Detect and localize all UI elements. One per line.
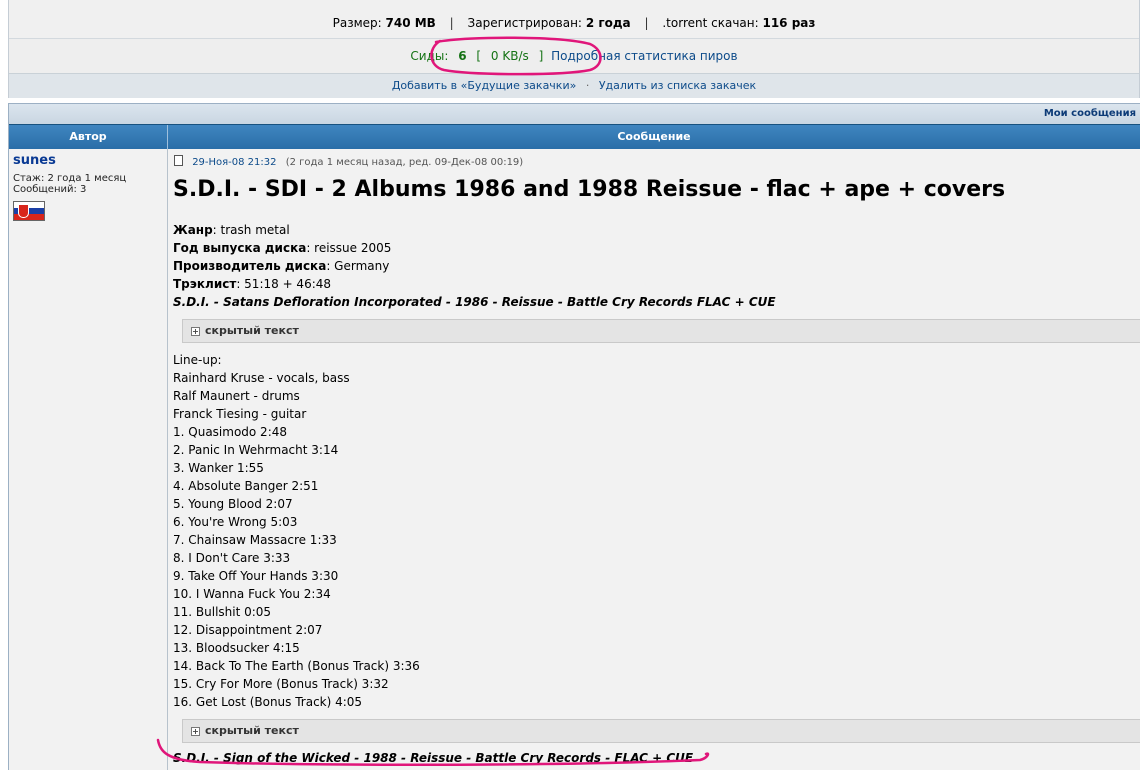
seeds-value: 6 bbox=[458, 49, 467, 63]
dot-separator: · bbox=[585, 79, 590, 92]
field-row: Производитель диска: Germany bbox=[173, 257, 1140, 275]
author-post-count: Сообщений: 3 bbox=[13, 184, 87, 195]
lineup-line: Franck Tiesing - guitar bbox=[173, 407, 307, 421]
track-item: 5. Young Blood 2:07 bbox=[173, 497, 293, 511]
field-row: Год выпуска диска: reissue 2005 bbox=[173, 239, 1140, 257]
posts-table: Мои сообщения Автор Сообщение sunes Стаж… bbox=[8, 103, 1140, 770]
author-column-header: Автор bbox=[9, 125, 168, 149]
separator: | bbox=[644, 16, 649, 30]
size-label: Размер: bbox=[332, 16, 382, 30]
spoiler-toggle[interactable]: + скрытый текст bbox=[182, 319, 1140, 343]
my-messages-link[interactable]: Мои сообщения bbox=[1044, 108, 1136, 119]
remove-download-link[interactable]: Удалить из списка закачек bbox=[599, 79, 756, 92]
expand-plus-icon: + bbox=[191, 327, 200, 336]
message-column-header: Сообщение bbox=[617, 130, 691, 143]
album-2-title: S.D.I. - Sign of the Wicked - 1988 - Rei… bbox=[173, 751, 694, 765]
author-tenure: Стаж: 2 года 1 месяц bbox=[13, 173, 127, 184]
post-body: Жанр: trash metal Год выпуска диска: rei… bbox=[173, 221, 1140, 767]
downloaded-value: 116 раз bbox=[762, 16, 816, 30]
author-panel: sunes Стаж: 2 года 1 месяц Сообщений: 3 bbox=[9, 149, 168, 770]
add-future-downloads-link[interactable]: Добавить в «Будущие закачки» bbox=[392, 79, 577, 92]
lineup-line: Rainhard Kruse - vocals, bass bbox=[173, 371, 350, 385]
registered-label: Зарегистрирован: bbox=[467, 16, 582, 30]
my-messages-bar: Мои сообщения bbox=[9, 104, 1140, 124]
post-title: S.D.I. - SDI - 2 Albums 1986 and 1988 Re… bbox=[173, 177, 1006, 202]
track-item: 3. Wanker 1:55 bbox=[173, 461, 264, 475]
field-label: Производитель диска bbox=[173, 259, 327, 273]
expand-plus-icon: + bbox=[191, 727, 200, 736]
field-value: : 51:18 + 46:48 bbox=[236, 277, 332, 291]
author-name[interactable]: sunes bbox=[13, 153, 56, 168]
track-item: 13. Bloodsucker 4:15 bbox=[173, 641, 300, 655]
field-value: : trash metal bbox=[212, 223, 290, 237]
track-item: 6. You're Wrong 5:03 bbox=[173, 515, 298, 529]
field-label: Трэклист bbox=[173, 277, 237, 291]
post-edit-info: (2 года 1 месяц назад, ред. 09-Дек-08 00… bbox=[285, 157, 524, 168]
lineup-line: Line-up: bbox=[173, 353, 222, 367]
album-1-title: S.D.I. - Satans Defloration Incorporated… bbox=[173, 295, 776, 309]
seed-speed: 0 KB/s bbox=[490, 49, 529, 63]
lineup-line: Ralf Maunert - drums bbox=[173, 389, 300, 403]
track-item: 4. Absolute Banger 2:51 bbox=[173, 479, 319, 493]
spoiler-label: скрытый текст bbox=[205, 724, 299, 737]
track-item: 12. Disappointment 2:07 bbox=[173, 623, 323, 637]
author-stats: Стаж: 2 года 1 месяц Сообщений: 3 bbox=[13, 173, 126, 195]
speed-bracket-close: ] bbox=[538, 49, 544, 63]
field-row: Жанр: trash metal bbox=[173, 221, 1140, 239]
track-item: 2. Panic In Wehrmacht 3:14 bbox=[173, 443, 339, 457]
downloaded-label: .torrent скачан: bbox=[662, 16, 759, 30]
track-item: 8. I Don't Care 3:33 bbox=[173, 551, 291, 565]
field-label: Год выпуска диска bbox=[173, 241, 307, 255]
message-panel: 29-Ноя-08 21:32 (2 года 1 месяц назад, р… bbox=[168, 149, 1140, 770]
field-label: Жанр bbox=[173, 223, 213, 237]
seeds-row: Сиды: 6 [ 0 KB/s ] Подробная статистика … bbox=[9, 39, 1139, 74]
separator: | bbox=[449, 16, 454, 30]
registered-value: 2 года bbox=[585, 16, 631, 30]
track-item: 10. I Wanna Fuck You 2:34 bbox=[173, 587, 331, 601]
download-actions-row: Добавить в «Будущие закачки» · Удалить и… bbox=[9, 74, 1139, 98]
field-row: Трэклист: 51:18 + 46:48 bbox=[173, 275, 1140, 293]
post-meta: 29-Ноя-08 21:32 (2 года 1 месяц назад, р… bbox=[174, 155, 523, 168]
torrent-stats-row: Размер: 740 MB | Зарегистрирован: 2 года… bbox=[9, 8, 1139, 39]
track-item: 11. Bullshit 0:05 bbox=[173, 605, 272, 619]
track-item: 16. Get Lost (Bonus Track) 4:05 bbox=[173, 695, 363, 709]
size-value: 740 MB bbox=[385, 16, 436, 30]
spoiler-toggle[interactable]: + скрытый текст bbox=[182, 719, 1140, 743]
seeds-label: Сиды: bbox=[410, 49, 449, 63]
speed-bracket-open: [ bbox=[476, 49, 482, 63]
torrent-info-box: Размер: 740 MB | Зарегистрирован: 2 года… bbox=[8, 0, 1140, 98]
field-value: : reissue 2005 bbox=[306, 241, 392, 255]
track-item: 15. Cry For More (Bonus Track) 3:32 bbox=[173, 677, 389, 691]
peer-stats-link[interactable]: Подробная статистика пиров bbox=[551, 49, 737, 63]
spoiler-label: скрытый текст bbox=[205, 324, 299, 337]
table-header: Автор Сообщение bbox=[9, 124, 1140, 149]
track-item: 14. Back To The Earth (Bonus Track) 3:36 bbox=[173, 659, 420, 673]
track-item: 9. Take Off Your Hands 3:30 bbox=[173, 569, 339, 583]
post-date-link[interactable]: 29-Ноя-08 21:32 bbox=[192, 157, 276, 168]
track-item: 7. Chainsaw Massacre 1:33 bbox=[173, 533, 337, 547]
track-item: 1. Quasimodo 2:48 bbox=[173, 425, 288, 439]
post-document-icon bbox=[174, 155, 183, 166]
field-value: : Germany bbox=[326, 259, 390, 273]
slovakia-flag-icon bbox=[13, 201, 45, 221]
